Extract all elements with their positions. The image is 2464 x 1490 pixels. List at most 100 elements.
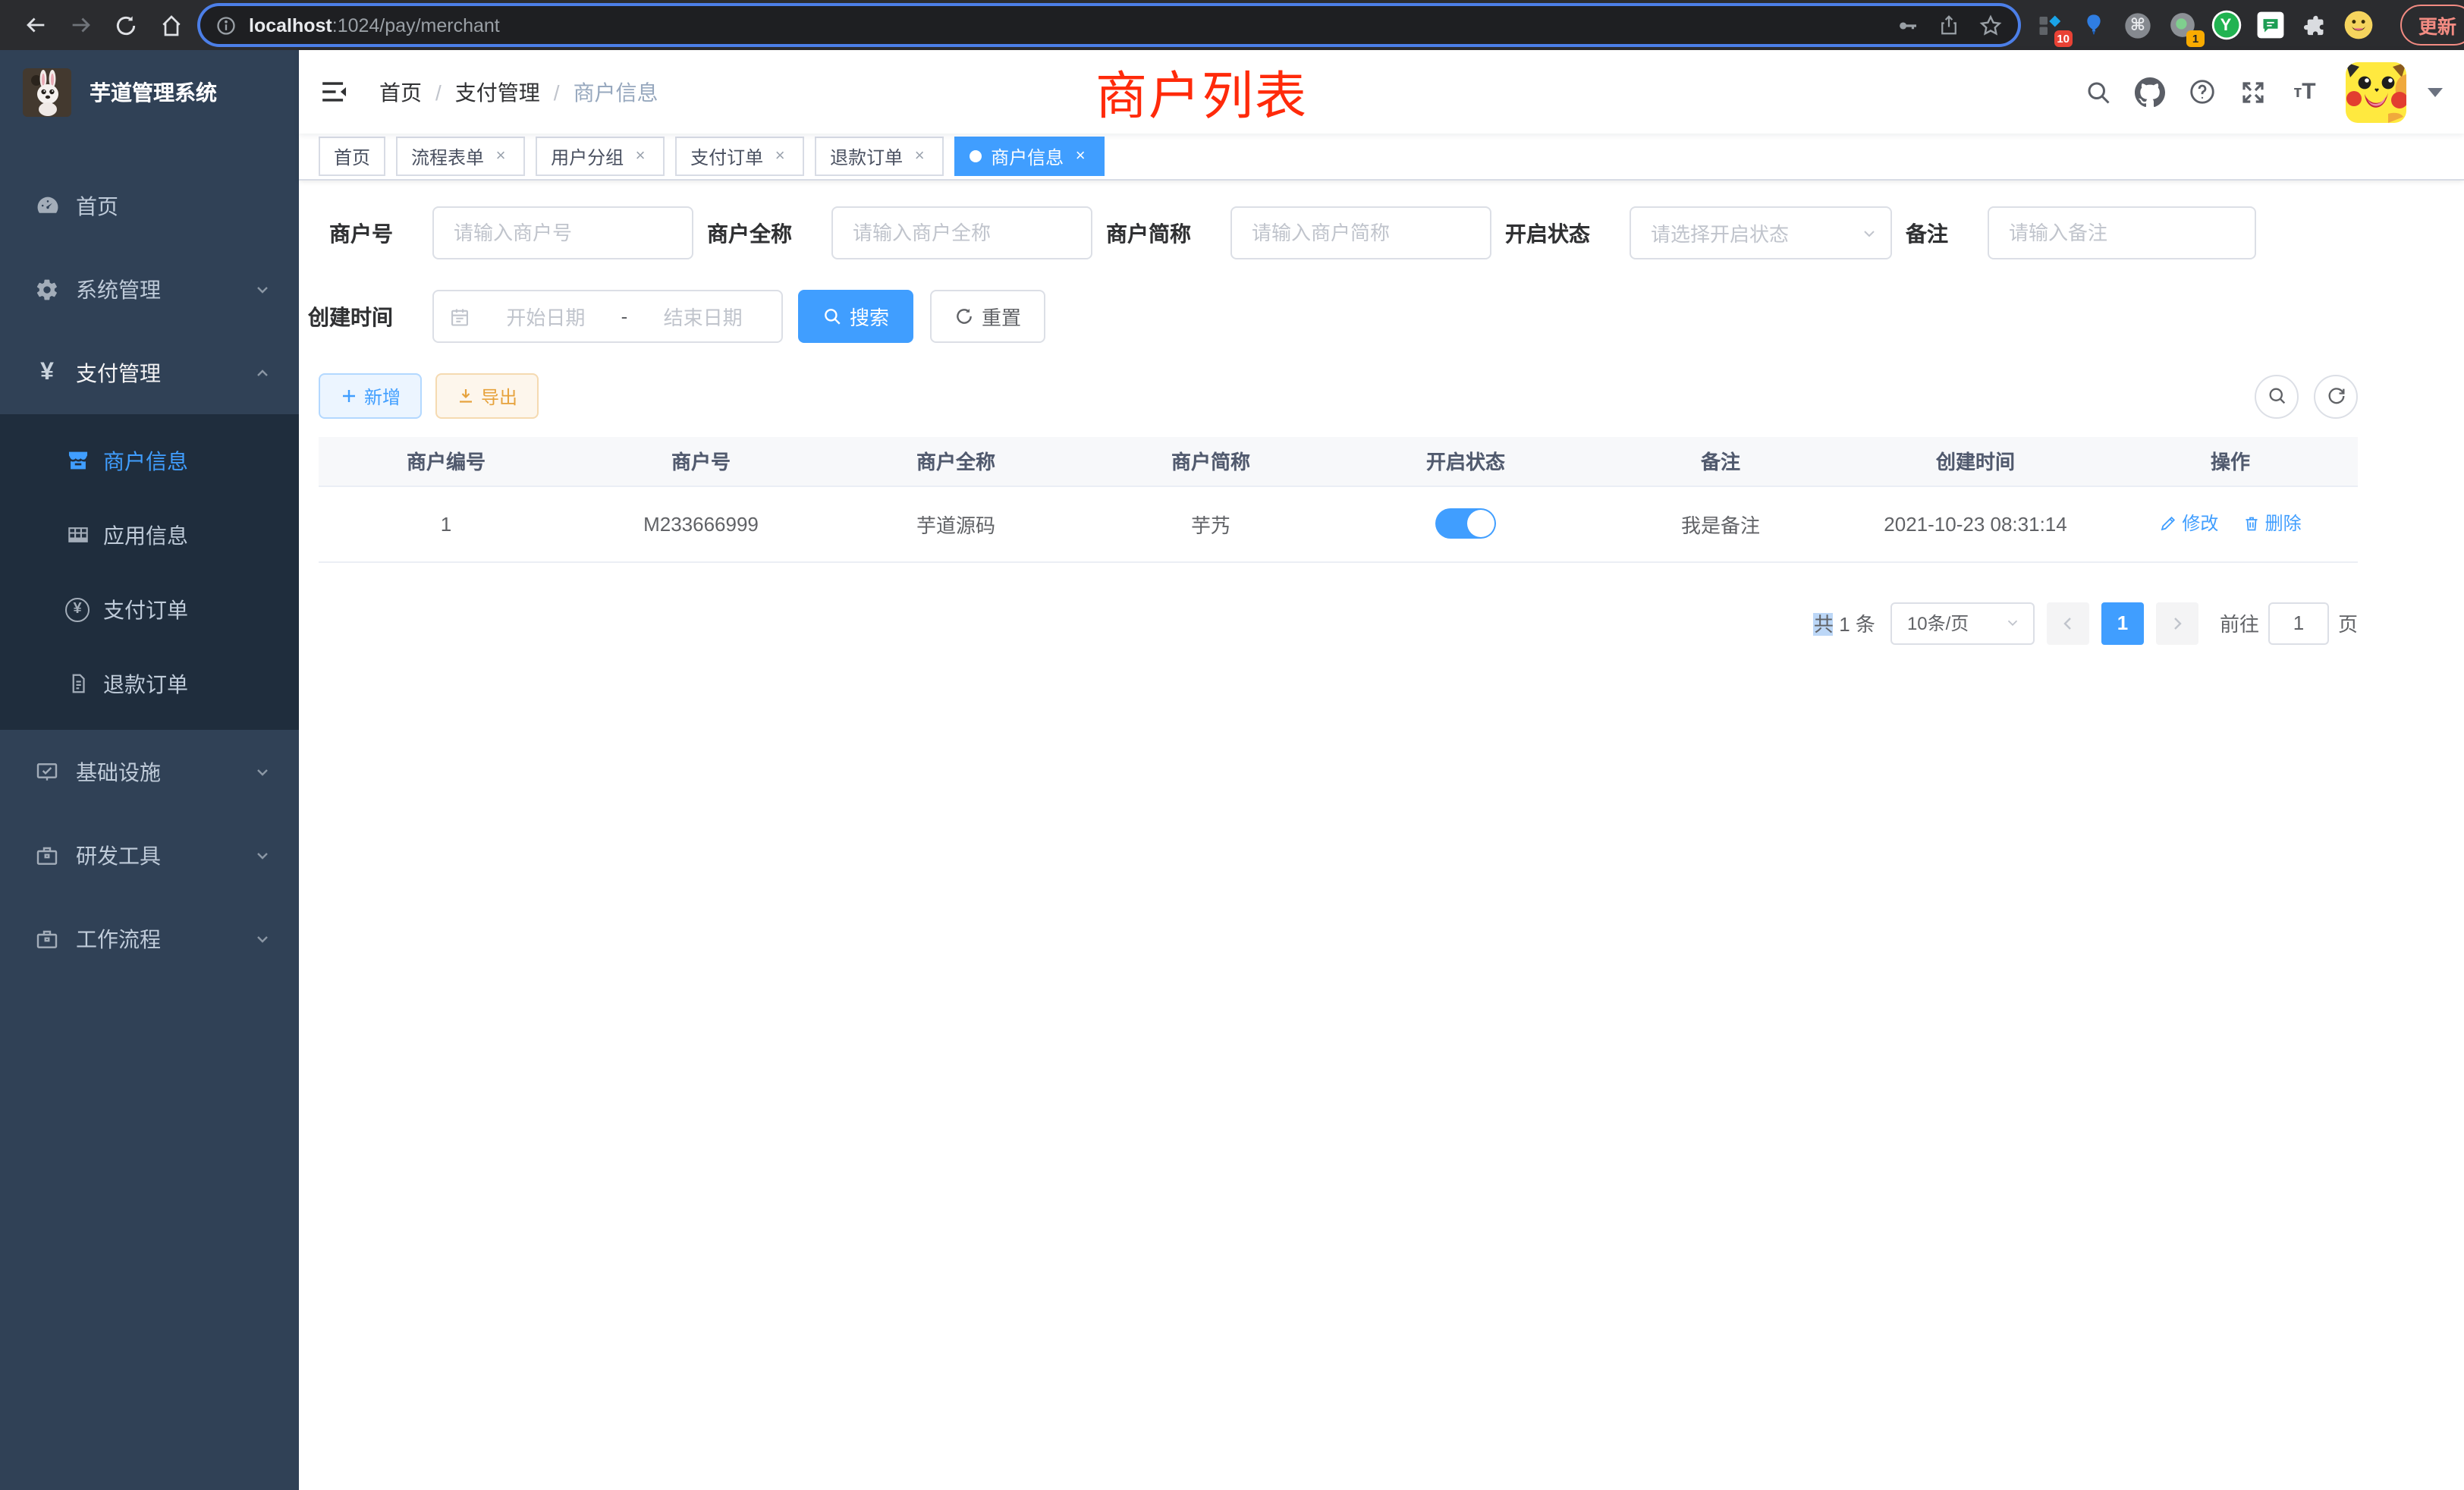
browser-forward-icon[interactable] [58,5,103,45]
merchant-table: 商户编号 商户号 商户全称 商户简称 开启状态 备注 创建时间 操作 1 [319,437,2358,562]
tab-user-group[interactable]: 用户分组× [536,137,665,176]
sidebar-item-label: 首页 [76,190,272,221]
sidebar-item-app-info[interactable]: 应用信息 [0,498,299,572]
sidebar-item-label: 系统管理 [76,274,253,304]
edit-link[interactable]: 修改 [2159,511,2218,536]
extension-blocks-icon[interactable]: 10 [2033,8,2066,42]
sidebar-item-merchant-info[interactable]: 商户信息 [0,423,299,498]
user-avatar[interactable] [2346,61,2406,122]
next-page-button[interactable] [2156,602,2198,644]
share-icon[interactable] [1938,14,1960,36]
sidebar-item-refund-order[interactable]: 退款订单 [0,646,299,721]
table-tools [2255,374,2358,418]
site-info-icon[interactable] [215,14,237,36]
sidebar-item-infra[interactable]: 基础设施 [0,730,299,813]
github-icon[interactable] [2130,72,2170,112]
browser-reload-icon[interactable] [103,5,149,45]
col-merchant-no: 商户号 [574,437,828,486]
prev-page-button[interactable] [2047,602,2089,644]
header-search-icon[interactable] [2079,72,2118,112]
reset-button[interactable]: 重置 [930,290,1045,343]
col-full-name: 商户全称 [828,437,1083,486]
font-size-icon[interactable]: тT [2285,72,2324,112]
page-size-select[interactable]: 10条/页 [1890,602,2035,644]
breadcrumb-separator: / [435,80,442,104]
short-name-input[interactable] [1230,206,1491,259]
tab-merchant-info[interactable]: 商户信息× [954,137,1105,176]
cell-merchant-id: 1 [319,486,574,561]
chevron-down-icon [253,929,272,948]
sidebar-item-payment[interactable]: ¥ 支付管理 [0,331,299,414]
sidebar-fold-icon[interactable] [299,77,370,106]
sidebar-item-home[interactable]: 首页 [0,164,299,247]
navbar-actions: тT [2079,61,2464,122]
yen-icon: ¥ [33,359,61,386]
extension-badge: 10 [2054,30,2073,46]
filter-label-short-name: 商户简称 [1106,218,1191,248]
extension-y-icon[interactable]: Y [2209,8,2242,42]
breadcrumb-home[interactable]: 首页 [379,77,422,107]
goto-page-input[interactable] [2268,602,2329,644]
sidebar-item-workflow[interactable]: 工作流程 [0,897,299,980]
browser-profile-avatar[interactable] [2341,8,2374,42]
page-number-1[interactable]: 1 [2101,602,2144,644]
search-button[interactable]: 搜索 [798,290,913,343]
fullscreen-icon[interactable] [2233,72,2273,112]
filter-row-1: 商户号 商户全称 商户简称 开启状态 请选择开启状态 备注 [299,206,2464,259]
password-key-icon[interactable] [1895,13,1919,37]
tab-refund-order[interactable]: 退款订单× [815,137,944,176]
status-toggle[interactable] [1435,508,1496,539]
status-select[interactable]: 请选择开启状态 [1630,206,1892,259]
tab-pay-order[interactable]: 支付订单× [675,137,804,176]
chevron-down-icon [253,762,272,781]
app-title: 芋道管理系统 [90,77,217,107]
remark-input[interactable] [1988,206,2256,259]
pay-order-icon: ¥ [64,597,91,621]
breadcrumb-payment[interactable]: 支付管理 [455,77,540,107]
tab-home[interactable]: 首页 [319,137,385,176]
close-icon[interactable]: × [1071,147,1089,165]
add-button[interactable]: 新增 [319,373,422,419]
sidebar-item-system[interactable]: 系统管理 [0,247,299,331]
app-logo-row[interactable]: 芋道管理系统 [0,50,299,134]
cell-merchant-no: M233666999 [574,486,828,561]
refresh-button[interactable] [2314,374,2358,418]
tab-process-form[interactable]: 流程表单× [396,137,525,176]
col-merchant-id: 商户编号 [319,437,574,486]
browser-update-button[interactable]: 更新 [2400,5,2464,46]
url-text[interactable]: localhost:1024/pay/merchant [249,14,500,36]
filter-label-create-time: 创建时间 [308,301,393,332]
browser-home-icon[interactable] [149,5,194,45]
avatar-caret-icon[interactable] [2428,87,2443,96]
address-bar[interactable]: localhost:1024/pay/merchant [200,6,2018,44]
screen: localhost:1024/pay/merchant 10 ⌘ [0,0,2464,1490]
merchant-no-input[interactable] [432,206,693,259]
extension-badge: 1 [2186,30,2205,46]
extension-balloon-icon[interactable] [2077,8,2110,42]
pagination-goto: 前往 页 [2220,602,2358,644]
sidebar-item-label: 工作流程 [76,923,253,954]
extension-chat-icon[interactable] [2253,8,2286,42]
sidebar-item-pay-order[interactable]: ¥ 支付订单 [0,572,299,646]
full-name-input[interactable] [831,206,1092,259]
browser-back-icon[interactable] [12,5,58,45]
close-icon[interactable]: × [910,147,929,165]
create-time-range-picker[interactable]: 开始日期 - 结束日期 [432,290,783,343]
extension-camera-icon[interactable]: 1 [2165,8,2198,42]
sidebar-item-label: 应用信息 [103,520,188,550]
close-icon[interactable]: × [492,147,510,165]
extensions-puzzle-icon[interactable] [2297,8,2330,42]
close-icon[interactable]: × [771,147,789,165]
delete-link[interactable]: 删除 [2242,511,2302,536]
export-button[interactable]: 导出 [435,373,539,419]
help-icon[interactable] [2182,72,2221,112]
toggle-search-button[interactable] [2255,374,2299,418]
cell-short-name: 芋艿 [1083,486,1338,561]
cell-status [1338,486,1593,561]
store-icon [64,448,91,473]
bookmark-star-icon[interactable] [1978,13,2003,37]
sidebar-item-dev-tools[interactable]: 研发工具 [0,813,299,897]
close-icon[interactable]: × [631,147,649,165]
extension-command-icon[interactable]: ⌘ [2121,8,2154,42]
date-separator: - [621,305,628,328]
